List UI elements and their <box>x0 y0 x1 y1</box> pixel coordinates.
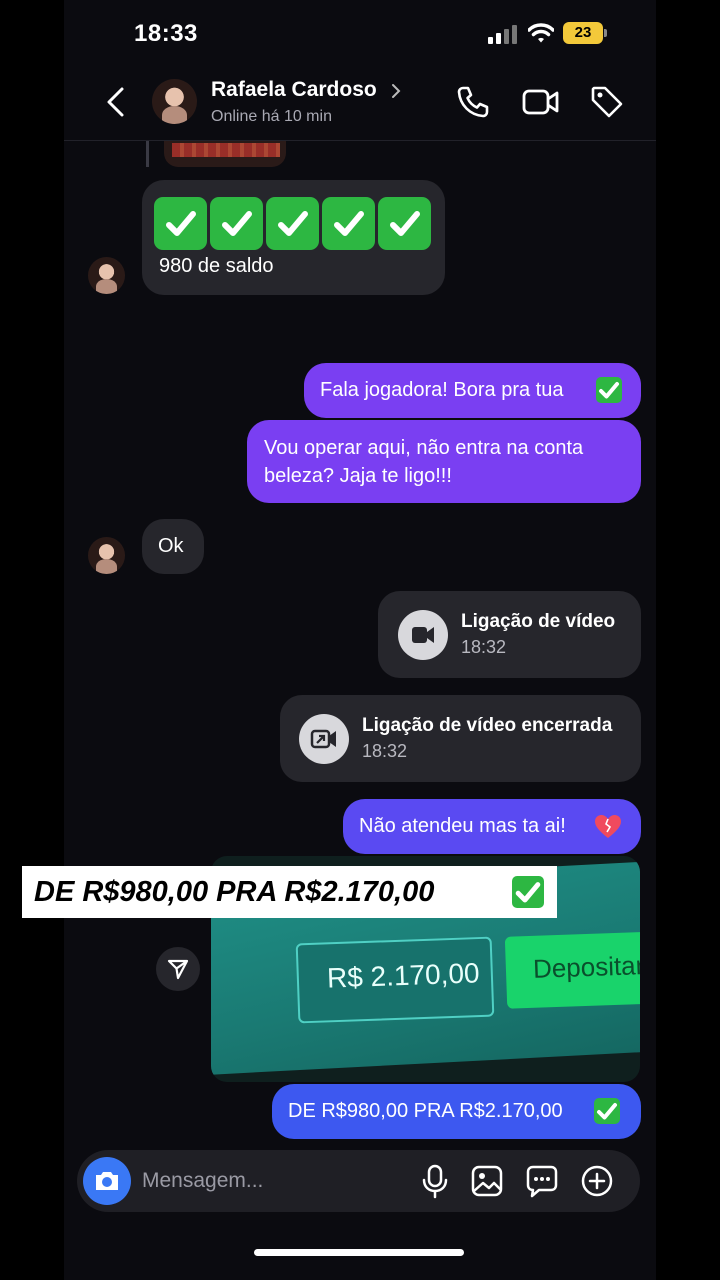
signal-icon <box>488 24 518 44</box>
thread-line <box>146 141 149 167</box>
plus-icon[interactable] <box>580 1163 614 1199</box>
contact-avatar-small[interactable] <box>88 257 125 294</box>
incoming-message-saldo[interactable]: 980 de saldo <box>142 180 445 295</box>
camera-icon <box>96 1172 118 1190</box>
check-icon <box>596 377 622 403</box>
header-divider <box>64 140 656 141</box>
outgoing-message-fala[interactable]: Fala jogadora! Bora pra tua <box>304 363 641 418</box>
outgoing-message-nao-atendeu[interactable]: Não atendeu mas ta ai! <box>343 799 641 854</box>
message-text: DE R$980,00 PRA R$2.170,00 <box>288 1100 563 1122</box>
camera-button[interactable] <box>83 1157 131 1205</box>
message-line-1: Vou operar aqui, não entra na conta <box>264 437 584 459</box>
incoming-message-ok[interactable]: Ok <box>142 519 204 574</box>
gallery-icon[interactable] <box>470 1163 504 1199</box>
wifi-icon <box>528 23 554 43</box>
contact-avatar[interactable] <box>152 79 197 124</box>
check-icon <box>322 197 375 250</box>
check-emoji-row <box>154 197 431 250</box>
outgoing-message-de-pra[interactable]: DE R$980,00 PRA R$2.170,00 <box>272 1084 641 1139</box>
check-icon <box>378 197 431 250</box>
overlay-caption: DE R$980,00 PRA R$2.170,00 <box>22 866 557 918</box>
photo-balance-value: R$ 2.170,00 <box>326 957 481 994</box>
back-icon[interactable] <box>104 86 128 118</box>
contact-avatar-small[interactable] <box>88 537 125 574</box>
share-button[interactable] <box>156 947 200 991</box>
outgoing-message-operar[interactable]: Vou operar aqui, não entra na conta bele… <box>247 420 641 503</box>
message-input[interactable] <box>142 1166 402 1196</box>
message-text: Não atendeu mas ta ai! <box>359 815 566 837</box>
call-title: Ligação de vídeo <box>461 611 616 632</box>
message-text: Fala jogadora! Bora pra tua <box>320 379 564 401</box>
status-time: 18:33 <box>134 20 198 47</box>
contact-name[interactable]: Rafaela Cardoso <box>211 78 377 102</box>
photo-deposit-label: Depositar <box>532 950 640 984</box>
check-icon <box>594 1098 620 1124</box>
check-icon <box>210 197 263 250</box>
message-line-2: beleza? Jaja te ligo!!! <box>264 465 452 487</box>
call-time: 18:32 <box>362 741 408 761</box>
video-call-ended-icon <box>299 714 349 764</box>
check-icon <box>512 876 544 908</box>
heart-icon <box>595 815 621 838</box>
call-time: 18:32 <box>461 637 507 657</box>
tag-icon[interactable] <box>589 84 625 120</box>
home-indicator[interactable] <box>254 1249 464 1256</box>
video-call-icon <box>398 610 448 660</box>
sticker-icon[interactable] <box>525 1163 559 1199</box>
message-text: 980 de saldo <box>159 255 274 277</box>
overlay-caption-text: DE R$980,00 PRA R$2.170,00 <box>34 876 435 908</box>
previous-image-thumbnail[interactable] <box>164 141 286 167</box>
battery-indicator: 23 <box>563 22 607 44</box>
video-icon[interactable] <box>521 84 561 120</box>
check-icon <box>154 197 207 250</box>
check-icon <box>266 197 319 250</box>
phone-icon[interactable] <box>455 84 491 120</box>
contact-status: Online há 10 min <box>211 108 332 125</box>
share-icon <box>167 959 189 980</box>
call-title: Ligação de vídeo encerrada <box>362 715 613 736</box>
mic-icon[interactable] <box>418 1163 452 1199</box>
battery-level: 23 <box>563 22 603 44</box>
message-text: Ok <box>158 535 184 557</box>
chevron-right-icon[interactable] <box>389 82 403 100</box>
